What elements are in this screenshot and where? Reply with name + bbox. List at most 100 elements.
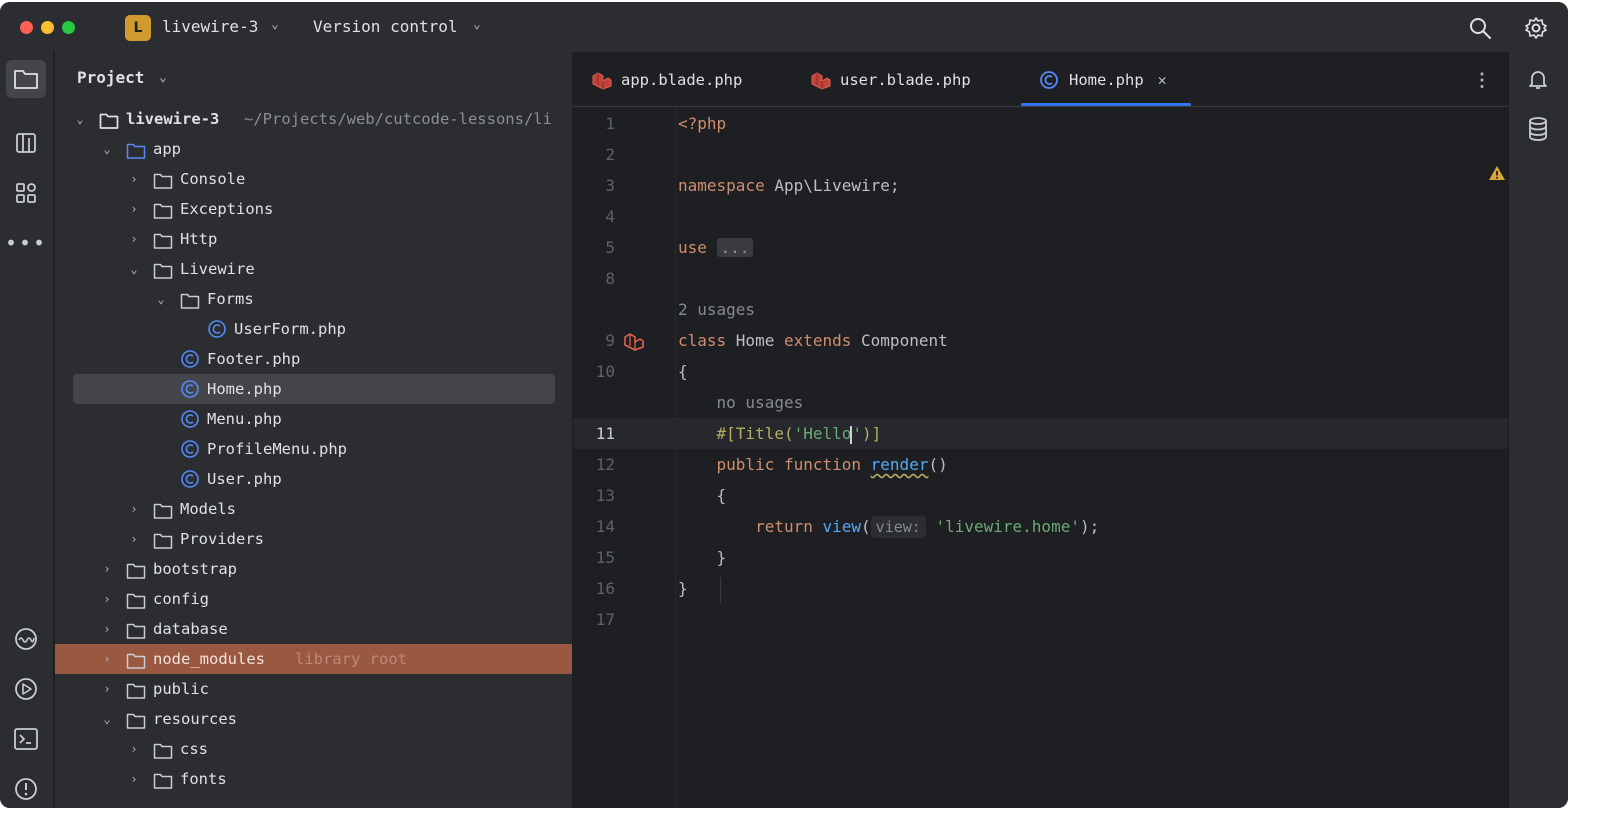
notifications-tool-button[interactable]	[1518, 60, 1558, 98]
chevron-right-icon[interactable]: ›	[127, 734, 141, 764]
more-tools-button[interactable]: •••	[5, 224, 46, 262]
ide-window: L livewire-3 ⌄ Version control ⌄ ••• Pro…	[0, 2, 1568, 808]
chevron-right-icon[interactable]: ›	[100, 554, 114, 584]
project-badge[interactable]: L	[125, 15, 151, 41]
code-line[interactable]: 12 public function render()	[573, 449, 1508, 480]
tree-item-config[interactable]: › config	[55, 584, 572, 614]
tree-item-app[interactable]: ⌄ app	[55, 134, 572, 164]
chevron-right-icon[interactable]: ›	[100, 584, 114, 614]
tree-item-label: public	[153, 680, 209, 698]
tree-item-livewire[interactable]: ⌄ Livewire	[55, 254, 572, 284]
code-line[interactable]: 15 }	[573, 542, 1508, 573]
tree-item-home-php[interactable]: Home.php	[55, 374, 572, 404]
tree-item-resources[interactable]: ⌄ resources	[55, 704, 572, 734]
chevron-right-icon[interactable]: ›	[100, 614, 114, 644]
code-line[interactable]: 4	[573, 201, 1508, 232]
gear-icon[interactable]	[1524, 16, 1548, 40]
tree-item-menu-php[interactable]: Menu.php	[55, 404, 572, 434]
window-close-button[interactable]	[20, 21, 33, 34]
problems-tool-button[interactable]	[6, 770, 46, 808]
code-line[interactable]: 5 use ...	[573, 232, 1508, 263]
chevron-right-icon[interactable]: ›	[127, 164, 141, 194]
tree-item-http[interactable]: › Http	[55, 224, 572, 254]
project-tool-button[interactable]	[6, 60, 46, 98]
code-line[interactable]: 14 return view(view: 'livewire.home');	[573, 511, 1508, 542]
more-vertical-icon[interactable]: ⋮	[1473, 70, 1491, 91]
version-control-menu[interactable]: Version control	[313, 17, 458, 36]
tree-item-forms[interactable]: ⌄ Forms	[55, 284, 572, 314]
code-line[interactable]: 3 namespace App\Livewire;	[573, 170, 1508, 201]
chevron-down-icon[interactable]: ⌄	[127, 254, 141, 284]
code-line[interactable]: 13 {	[573, 480, 1508, 511]
project-switcher[interactable]: livewire-3	[162, 17, 258, 36]
chevron-down-icon[interactable]: ⌄	[73, 104, 87, 134]
code-line[interactable]: 8	[573, 263, 1508, 294]
tree-item-public[interactable]: › public	[55, 674, 572, 704]
chevron-right-icon[interactable]: ›	[100, 644, 114, 674]
usages-hint-line[interactable]: no usages	[573, 387, 1508, 418]
tree-item-database[interactable]: › database	[55, 614, 572, 644]
plugins-tool-button[interactable]	[6, 174, 46, 212]
chevron-right-icon[interactable]: ›	[127, 524, 141, 554]
line-number: 2	[605, 145, 615, 164]
window-minimize-button[interactable]	[41, 21, 54, 34]
chevron-down-icon[interactable]: ⌄	[271, 17, 279, 32]
chevron-down-icon[interactable]: ⌄	[154, 284, 168, 314]
chevron-down-icon[interactable]: ⌄	[473, 17, 481, 32]
tree-item-user-php[interactable]: User.php	[55, 464, 572, 494]
code-token: Component	[861, 331, 948, 350]
chevron-right-icon[interactable]: ›	[127, 494, 141, 524]
tree-item-profilemenu-php[interactable]: ProfileMenu.php	[55, 434, 572, 464]
code-line[interactable]: 16}	[573, 573, 1508, 604]
code-line[interactable]: 17	[573, 604, 1508, 635]
components-icon	[16, 183, 36, 203]
chevron-right-icon[interactable]: ›	[100, 674, 114, 704]
project-panel-title[interactable]: Project	[77, 68, 144, 87]
tab-app-blade[interactable]: app.blade.php	[591, 52, 742, 107]
tree-item-exceptions[interactable]: › Exceptions	[55, 194, 572, 224]
code-area[interactable]: 1 <?php 2 3 namespace App\Livewire; 4 5 use ...…	[573, 107, 1508, 808]
folded-imports[interactable]: ...	[716, 238, 754, 257]
code-token: use	[678, 238, 717, 257]
code-line[interactable]: 2	[573, 139, 1508, 170]
database-tool-button[interactable]	[1518, 110, 1558, 148]
chevron-down-icon[interactable]: ⌄	[100, 704, 114, 734]
php-class-icon	[1040, 70, 1058, 89]
terminal-tool-button[interactable]	[6, 720, 46, 758]
tree-item-userform-php[interactable]: UserForm.php	[55, 314, 572, 344]
chevron-down-icon[interactable]: ⌄	[100, 134, 114, 164]
tree-item-models[interactable]: › Models	[55, 494, 572, 524]
search-icon[interactable]	[1468, 16, 1492, 40]
run-tool-button[interactable]	[6, 670, 46, 708]
tree-item-livewire-3[interactable]: ⌄ livewire-3 ~/Projects/web/cutcode-lesson…	[55, 104, 572, 134]
chevron-right-icon[interactable]: ›	[127, 224, 141, 254]
laravel-gutter-icon[interactable]	[623, 330, 645, 351]
tab-home-php[interactable]: Home.php ✕	[1039, 52, 1167, 107]
close-icon[interactable]: ✕	[1158, 71, 1167, 89]
tree-item-css[interactable]: › css	[55, 734, 572, 764]
code-token: App\Livewire;	[774, 176, 900, 195]
left-tool-strip: •••	[0, 52, 54, 808]
tree-item-console[interactable]: › Console	[55, 164, 572, 194]
code-token: return	[755, 517, 823, 536]
structure-tool-button[interactable]	[6, 124, 46, 162]
tree-item-footer-php[interactable]: Footer.php	[55, 344, 572, 374]
tab-user-blade[interactable]: user.blade.php	[810, 52, 971, 107]
window-maximize-button[interactable]	[62, 21, 75, 34]
services-tool-button[interactable]	[6, 620, 46, 658]
code-line[interactable]: 11 #[Title('Hello')]	[573, 418, 1508, 449]
tree-item-providers[interactable]: › Providers	[55, 524, 572, 554]
code-line[interactable]: 1 <?php	[573, 108, 1508, 139]
code-text: namespace App\Livewire;	[678, 170, 900, 201]
title-bar: L livewire-3 ⌄ Version control ⌄	[0, 2, 1568, 52]
tree-item-fonts[interactable]: › fonts	[55, 764, 572, 794]
tree-item-node-modules[interactable]: › node_modules library root	[55, 644, 572, 674]
chevron-right-icon[interactable]: ›	[127, 194, 141, 224]
tree-item-bootstrap[interactable]: › bootstrap	[55, 554, 572, 584]
chevron-down-icon[interactable]: ⌄	[159, 70, 167, 85]
tree-item-label: config	[153, 590, 209, 608]
chevron-right-icon[interactable]: ›	[127, 764, 141, 794]
code-line[interactable]: 9 class Home extends Component	[573, 325, 1508, 356]
usages-hint-line[interactable]: 2 usages	[573, 294, 1508, 325]
code-line[interactable]: 10 {	[573, 356, 1508, 387]
